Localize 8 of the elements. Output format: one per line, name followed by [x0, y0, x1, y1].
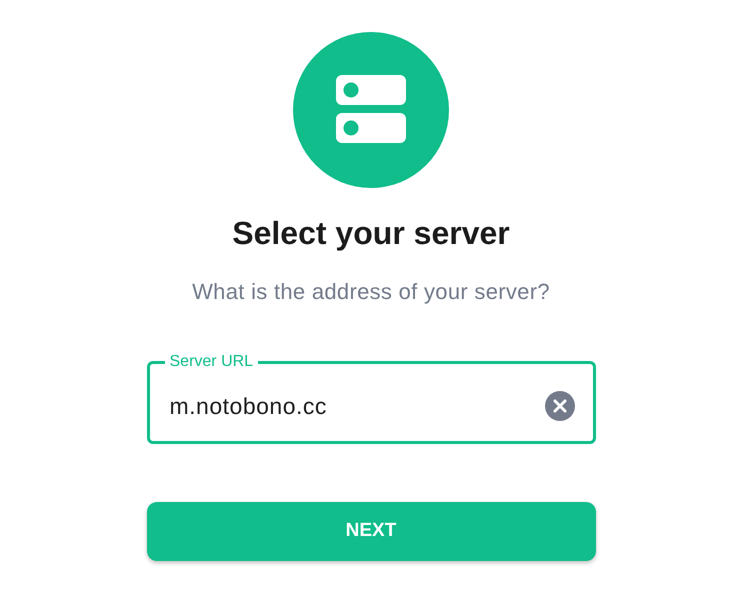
server-icon: [293, 32, 449, 188]
clear-icon: [544, 390, 574, 420]
page-subtitle: What is the address of your server?: [192, 278, 550, 306]
server-url-field[interactable]: Server URL m.notobono.cc: [146, 352, 596, 444]
field-label: Server URL: [168, 352, 254, 372]
page-title: Select your server: [232, 214, 510, 252]
url-input[interactable]: m.notobono.cc: [170, 390, 544, 420]
clear-button[interactable]: [544, 390, 574, 420]
